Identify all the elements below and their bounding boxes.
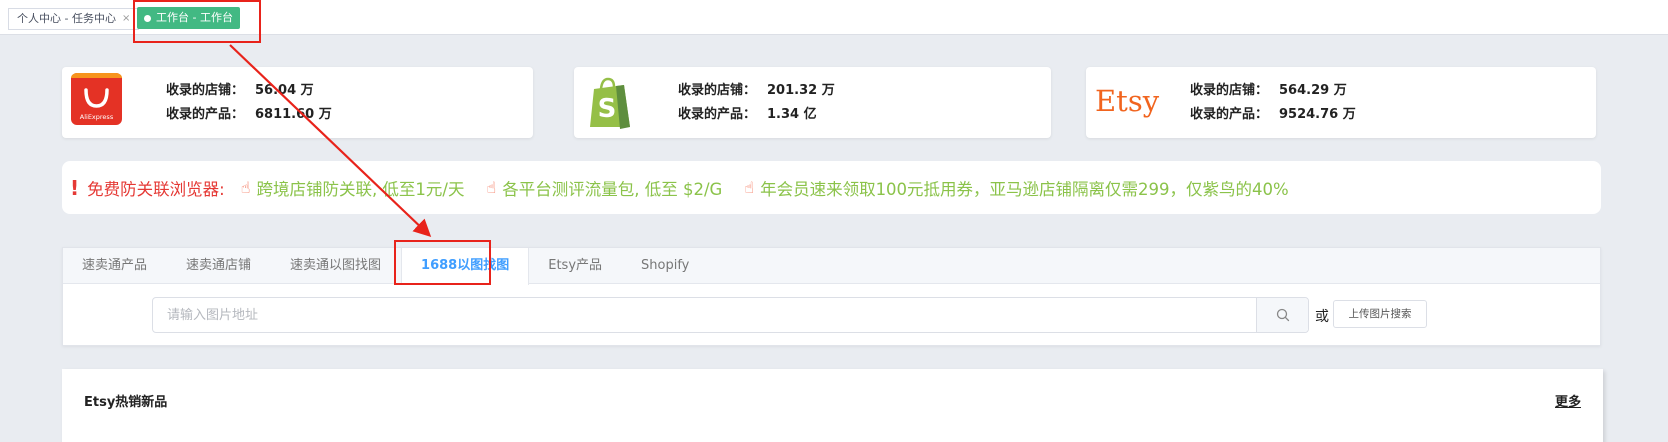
promo-link-2[interactable]: ☝ 各平台测评流量包, 低至 $2/G <box>486 176 722 200</box>
search-button[interactable] <box>1256 298 1308 332</box>
shops-value: 564.29 万 <box>1279 83 1347 98</box>
shops-value: 201.32 万 <box>767 83 835 98</box>
products-value: 6811.60 万 <box>255 107 332 122</box>
search-tabs: 速卖通产品 速卖通店铺 速卖通以图找图 1688以图找图 Etsy产品 Shop… <box>63 248 1600 285</box>
products-label: 收录的产品： <box>678 107 757 122</box>
close-icon[interactable]: × <box>122 9 130 29</box>
shops-label: 收录的店铺： <box>678 83 757 98</box>
annotation-box-workbench <box>133 0 261 43</box>
tab-aliexpress-image-search[interactable]: 速卖通以图找图 <box>271 248 401 284</box>
or-text: 或 <box>1315 309 1329 325</box>
hand-pointer-icon: ☝ <box>486 178 497 197</box>
promo-banner: ! 免费防关联浏览器: ☝ 跨境店铺防关联, 低至1元/天 ☝ 各平台测评流量包… <box>62 161 1601 214</box>
warning-icon: ! <box>70 175 80 200</box>
promo-link-1-text: 跨境店铺防关联, 低至1元/天 <box>256 179 465 199</box>
promo-link-1[interactable]: ☝ 跨境店铺防关联, 低至1元/天 <box>241 176 465 200</box>
banner-title: 免费防关联浏览器: <box>87 179 225 199</box>
promo-link-3-text: 年会员速来领取100元抵用券，亚马逊店铺隔离仅需299，仅紫鸟的40% <box>760 179 1289 199</box>
tab-task-center-label: 个人中心 - 任务中心 <box>17 12 116 25</box>
promo-link-2-text: 各平台测评流量包, 低至 $2/G <box>502 179 723 199</box>
section-title: Etsy热销新品 <box>84 395 168 410</box>
products-value: 1.34 亿 <box>767 107 817 122</box>
etsy-stats-card: Etsy 收录的店铺： 564.29 万 收录的产品： 9524.76 万 <box>1086 67 1596 138</box>
aliexpress-stats: 收录的店铺： 56.04 万 收录的产品： 6811.60 万 <box>166 79 332 127</box>
aliexpress-stats-card: AliExpress 收录的店铺： 56.04 万 收录的产品： 6811.60 万 <box>62 67 533 138</box>
products-value: 9524.76 万 <box>1279 107 1356 122</box>
tab-shopify[interactable]: Shopify <box>622 248 709 284</box>
image-url-search <box>152 297 1309 333</box>
tab-etsy-products[interactable]: Etsy产品 <box>529 248 622 284</box>
etsy-stats: 收录的店铺： 564.29 万 收录的产品： 9524.76 万 <box>1190 79 1356 127</box>
search-icon <box>1276 308 1289 322</box>
image-url-input[interactable] <box>153 298 1260 332</box>
shops-label: 收录的店铺： <box>1190 83 1269 98</box>
promo-link-3[interactable]: ☝ 年会员速来领取100元抵用券，亚马逊店铺隔离仅需299，仅紫鸟的40% <box>744 176 1288 200</box>
upload-image-search-button[interactable]: 上传图片搜索 <box>1333 300 1427 328</box>
annotation-box-1688-tab <box>394 240 491 285</box>
products-label: 收录的产品： <box>1190 107 1269 122</box>
shopify-stats: 收录的店铺： 201.32 万 收录的产品： 1.34 亿 <box>678 79 835 127</box>
products-label: 收录的产品： <box>166 107 245 122</box>
etsy-hot-section: Etsy热销新品 更多 <box>62 369 1603 442</box>
shopify-stats-card: S 收录的店铺： 201.32 万 收录的产品： 1.34 亿 <box>574 67 1051 138</box>
shops-value: 56.04 万 <box>255 83 314 98</box>
tab-task-center[interactable]: 个人中心 - 任务中心 × <box>8 8 140 30</box>
shops-label: 收录的店铺： <box>166 83 245 98</box>
svg-text:S: S <box>598 94 617 124</box>
hand-pointer-icon: ☝ <box>240 178 251 197</box>
svg-text:AliExpress: AliExpress <box>80 113 114 121</box>
shopify-logo: S <box>586 75 634 131</box>
search-panel: 速卖通产品 速卖通店铺 速卖通以图找图 1688以图找图 Etsy产品 Shop… <box>62 247 1601 346</box>
tab-aliexpress-stores[interactable]: 速卖通店铺 <box>167 248 271 284</box>
etsy-logo: Etsy <box>1095 84 1160 118</box>
more-link[interactable]: 更多 <box>1555 391 1581 410</box>
hand-pointer-icon: ☝ <box>744 178 755 197</box>
aliexpress-logo: AliExpress <box>71 73 122 125</box>
tab-aliexpress-products[interactable]: 速卖通产品 <box>63 248 167 284</box>
